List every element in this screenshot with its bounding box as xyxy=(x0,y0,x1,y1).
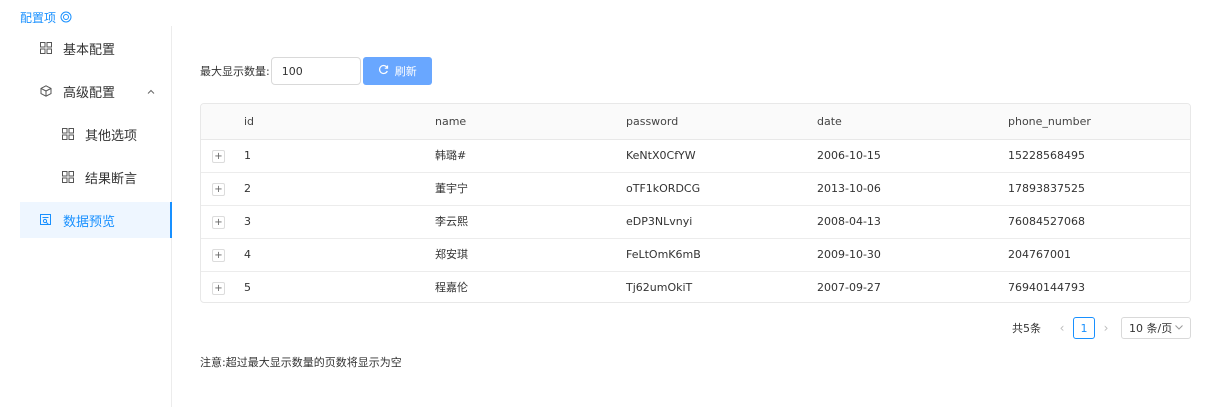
expand-row-button[interactable]: + xyxy=(212,150,225,163)
prev-page-button[interactable]: ‹ xyxy=(1055,317,1069,339)
grid-icon xyxy=(40,42,52,54)
sidebar-item-advanced-config[interactable]: 高级配置 xyxy=(20,73,172,109)
column-header-phone-number[interactable]: phone_number xyxy=(1008,104,1091,140)
config-title: 配置项 xyxy=(20,10,57,25)
cell-password: Tj62umOkiT xyxy=(626,281,693,294)
cell-id: 5 xyxy=(244,281,251,294)
column-header-name[interactable]: name xyxy=(435,104,466,140)
refresh-icon xyxy=(378,64,389,78)
sidebar-item-result-assertion[interactable]: 结果断言 xyxy=(20,159,172,195)
sidebar-item-label: 其他选项 xyxy=(85,128,138,144)
sidebar-item-label: 高级配置 xyxy=(63,85,116,101)
pagination: 共5条 ‹ 1 › 10 条/页 xyxy=(1012,317,1191,339)
cell-name: 郑安琪 xyxy=(435,248,468,261)
cell-password: eDP3NLvnyi xyxy=(626,215,693,228)
refresh-label: 刷新 xyxy=(394,65,417,78)
page-size-select[interactable]: 10 条/页 xyxy=(1121,317,1191,339)
grid-icon xyxy=(62,128,74,140)
cell-date: 2009-10-30 xyxy=(817,248,881,261)
max-display-label: 最大显示数量: xyxy=(200,65,270,78)
sidebar-item-label: 数据预览 xyxy=(63,214,116,230)
expand-row-button[interactable]: + xyxy=(212,216,225,229)
config-header: 配置项 xyxy=(20,8,72,26)
table-row: + 4 郑安琪 FeLtOmK6mB 2009-10-30 204767001 xyxy=(201,239,1190,272)
cell-id: 4 xyxy=(244,248,251,261)
column-header-password[interactable]: password xyxy=(626,104,678,140)
cell-name: 韩璐# xyxy=(435,149,467,162)
sidebar-item-other-options[interactable]: 其他选项 xyxy=(20,116,172,152)
cell-date: 2006-10-15 xyxy=(817,149,881,162)
column-header-id[interactable]: id xyxy=(244,104,254,140)
cell-password: FeLtOmK6mB xyxy=(626,248,701,261)
cell-id: 3 xyxy=(244,215,251,228)
cell-phone-number: 76084527068 xyxy=(1008,215,1085,228)
chevron-up-icon[interactable] xyxy=(146,86,156,96)
cell-phone-number: 76940144793 xyxy=(1008,281,1085,294)
max-display-input[interactable] xyxy=(270,57,361,85)
cell-id: 2 xyxy=(244,182,251,195)
cell-phone-number: 15228568495 xyxy=(1008,149,1085,162)
chevron-down-icon xyxy=(1174,322,1184,335)
cell-password: oTF1kORDCG xyxy=(626,182,701,195)
data-table: id name password date phone_number + 1 韩… xyxy=(200,103,1191,303)
table-row: + 2 董宇宁 oTF1kORDCG 2013-10-06 1789383752… xyxy=(201,173,1190,206)
cell-phone-number: 17893837525 xyxy=(1008,182,1085,195)
target-icon[interactable] xyxy=(60,11,72,23)
sidebar-item-label: 基本配置 xyxy=(63,42,116,58)
cell-name: 程嘉伦 xyxy=(435,281,468,294)
cell-date: 2013-10-06 xyxy=(817,182,881,195)
table-row: + 5 程嘉伦 Tj62umOkiT 2007-09-27 7694014479… xyxy=(201,272,1190,302)
refresh-button[interactable]: 刷新 xyxy=(362,57,432,85)
pagination-total: 共5条 xyxy=(1012,322,1041,335)
page-number-1[interactable]: 1 xyxy=(1073,317,1095,339)
table-row: + 3 李云熙 eDP3NLvnyi 2008-04-13 7608452706… xyxy=(201,206,1190,239)
display-limit-note: 注意:超过最大显示数量的页数将显示为空 xyxy=(200,356,402,369)
expand-row-button[interactable]: + xyxy=(212,183,225,196)
table-header: id name password date phone_number xyxy=(201,104,1190,140)
sidebar-item-label: 结果断言 xyxy=(85,171,138,187)
next-page-button[interactable]: › xyxy=(1099,317,1113,339)
sidebar-item-data-preview[interactable]: 数据预览 xyxy=(20,202,172,238)
cell-id: 1 xyxy=(244,149,251,162)
sidebar: 基本配置 高级配置 其他选项 结果断言 数据预览 xyxy=(20,26,172,407)
cell-password: KeNtX0CfYW xyxy=(626,149,696,162)
expand-row-button[interactable]: + xyxy=(212,282,225,295)
page-size-value: 10 条/页 xyxy=(1129,322,1173,335)
cell-name: 李云熙 xyxy=(435,215,468,228)
column-header-date[interactable]: date xyxy=(817,104,842,140)
sidebar-item-basic-config[interactable]: 基本配置 xyxy=(20,30,172,66)
cube-icon xyxy=(40,85,52,97)
preview-icon xyxy=(40,214,52,226)
cell-date: 2008-04-13 xyxy=(817,215,881,228)
cell-date: 2007-09-27 xyxy=(817,281,881,294)
grid-icon xyxy=(62,171,74,183)
preview-toolbar: 最大显示数量: 刷新 xyxy=(200,57,432,85)
cell-name: 董宇宁 xyxy=(435,182,468,195)
expand-row-button[interactable]: + xyxy=(212,249,225,262)
table-row: + 1 韩璐# KeNtX0CfYW 2006-10-15 1522856849… xyxy=(201,140,1190,173)
cell-phone-number: 204767001 xyxy=(1008,248,1071,261)
